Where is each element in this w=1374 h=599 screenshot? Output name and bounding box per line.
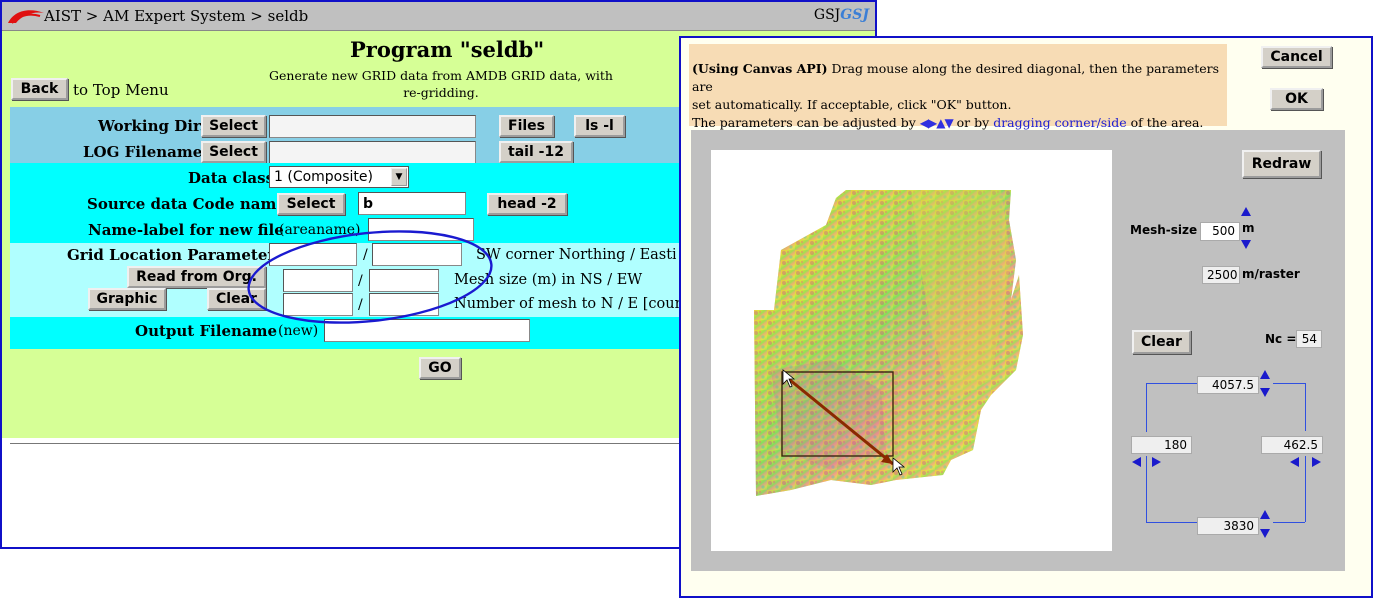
box-left-top-line xyxy=(1146,383,1147,432)
instructions-panel: (Using Canvas API) Drag mouse along the … xyxy=(689,44,1227,130)
east-right-arrow-icon[interactable] xyxy=(1312,457,1321,467)
magnetic-anomaly-map[interactable] xyxy=(711,150,1112,551)
redraw-button[interactable]: Redraw xyxy=(1242,150,1321,178)
east-left-arrow-icon[interactable] xyxy=(1290,457,1299,467)
south-down-arrow-icon[interactable] xyxy=(1260,529,1270,538)
breadcrumb: AIST > AM Expert System > seldb xyxy=(44,7,309,25)
box-top-right-line xyxy=(1273,383,1305,384)
arrow-keys-icon: ◀▶▲▼ xyxy=(919,116,954,130)
subtitle-line-1: Generate new GRID data from AMDB GRID da… xyxy=(269,68,613,83)
instr-line-3b: or by xyxy=(952,115,994,130)
nc-label: Nc = xyxy=(1265,332,1297,346)
working-dir-select-button[interactable]: Select xyxy=(201,115,266,137)
east-field[interactable]: 462.5 xyxy=(1261,436,1323,454)
canvas-panel: Redraw Mesh-size : 500 m 2500 m/raster C… xyxy=(691,130,1345,571)
gsj-brand: GSJGSJ xyxy=(814,7,869,23)
subtitle-line-2: re-gridding. xyxy=(403,85,479,100)
west-field[interactable]: 180 xyxy=(1131,436,1192,454)
page-subtitle: Generate new GRID data from AMDB GRID da… xyxy=(268,67,614,101)
go-button[interactable]: GO xyxy=(419,357,461,379)
graphic-dialog: (Using Canvas API) Drag mouse along the … xyxy=(679,36,1373,598)
mesh-down-arrow-icon[interactable] xyxy=(1241,240,1251,249)
instr-line-3a: The parameters can be adjusted by xyxy=(692,115,920,130)
aist-logo-icon xyxy=(8,10,44,24)
chevron-down-icon[interactable]: ▼ xyxy=(391,168,407,186)
files-button[interactable]: Files xyxy=(499,115,554,137)
map-canvas[interactable] xyxy=(711,150,1112,551)
instr-line-3c: of the area. xyxy=(1126,115,1204,130)
mesh-size-unit: m xyxy=(1242,221,1255,235)
ls-button[interactable]: ls -l xyxy=(574,115,625,137)
tail-button[interactable]: tail -12 xyxy=(499,141,573,163)
log-select-button[interactable]: Select xyxy=(201,141,266,163)
log-filename-label: LOG Filename xyxy=(83,143,203,161)
graphic-button[interactable]: Graphic xyxy=(88,288,166,310)
instr-bold: (Using Canvas API) xyxy=(692,61,828,76)
south-up-arrow-icon[interactable] xyxy=(1260,510,1270,519)
mesh-size-field[interactable]: 500 xyxy=(1200,222,1240,241)
data-class-select[interactable]: 1 (Composite) ▼ xyxy=(269,166,409,188)
cancel-button[interactable]: Cancel xyxy=(1261,46,1332,68)
title-bar: AIST > AM Expert System > seldb GSJGSJ xyxy=(2,2,875,31)
dialog-clear-button[interactable]: Clear xyxy=(1132,330,1191,354)
raster-field: 2500 xyxy=(1202,266,1240,284)
working-dir-label: Working Dir. xyxy=(98,117,205,135)
instr-line-2: set automatically. If acceptable, click … xyxy=(692,97,1012,112)
back-button[interactable]: Back xyxy=(11,78,68,100)
box-right-top-line xyxy=(1305,383,1306,431)
box-bottom-left-line xyxy=(1146,522,1197,523)
west-right-arrow-icon[interactable] xyxy=(1152,457,1161,467)
mesh-up-arrow-icon[interactable] xyxy=(1241,207,1251,216)
drag-corner-link[interactable]: dragging corner/side xyxy=(993,115,1126,130)
north-down-arrow-icon[interactable] xyxy=(1260,388,1270,397)
box-bottom-right-line xyxy=(1273,522,1305,523)
source-select-button[interactable]: Select xyxy=(277,193,345,215)
sw-corner-desc: SW corner Northing / Easting xyxy=(476,247,676,263)
west-left-arrow-icon[interactable] xyxy=(1132,457,1141,467)
nc-field: 54 xyxy=(1296,330,1322,348)
back-suffix-text: to Top Menu xyxy=(73,81,169,99)
head-button[interactable]: head -2 xyxy=(487,193,567,215)
box-right-bottom-line xyxy=(1305,456,1306,522)
gsj-text: GSJ xyxy=(813,7,841,23)
box-left-bottom-line xyxy=(1146,456,1147,522)
gsj-logo-icon: GSJ xyxy=(840,7,869,23)
working-dir-field[interactable] xyxy=(269,115,476,138)
data-class-label: Data class xyxy=(188,169,275,187)
south-field[interactable]: 3830 xyxy=(1197,517,1259,535)
north-up-arrow-icon[interactable] xyxy=(1260,370,1270,379)
log-filename-field[interactable] xyxy=(269,141,476,164)
highlight-ellipse xyxy=(247,230,493,324)
north-field[interactable]: 4057.5 xyxy=(1197,376,1259,394)
source-code-field[interactable] xyxy=(358,192,466,215)
ok-button[interactable]: OK xyxy=(1270,88,1323,110)
page-title: Program "seldb" xyxy=(350,37,545,62)
source-code-label: Source data Code name xyxy=(87,195,286,213)
raster-unit: m/raster xyxy=(1242,267,1300,281)
data-class-value: 1 (Composite) xyxy=(274,169,373,185)
box-top-left-line xyxy=(1146,383,1197,384)
mesh-size-label: Mesh-size : xyxy=(1130,223,1207,237)
